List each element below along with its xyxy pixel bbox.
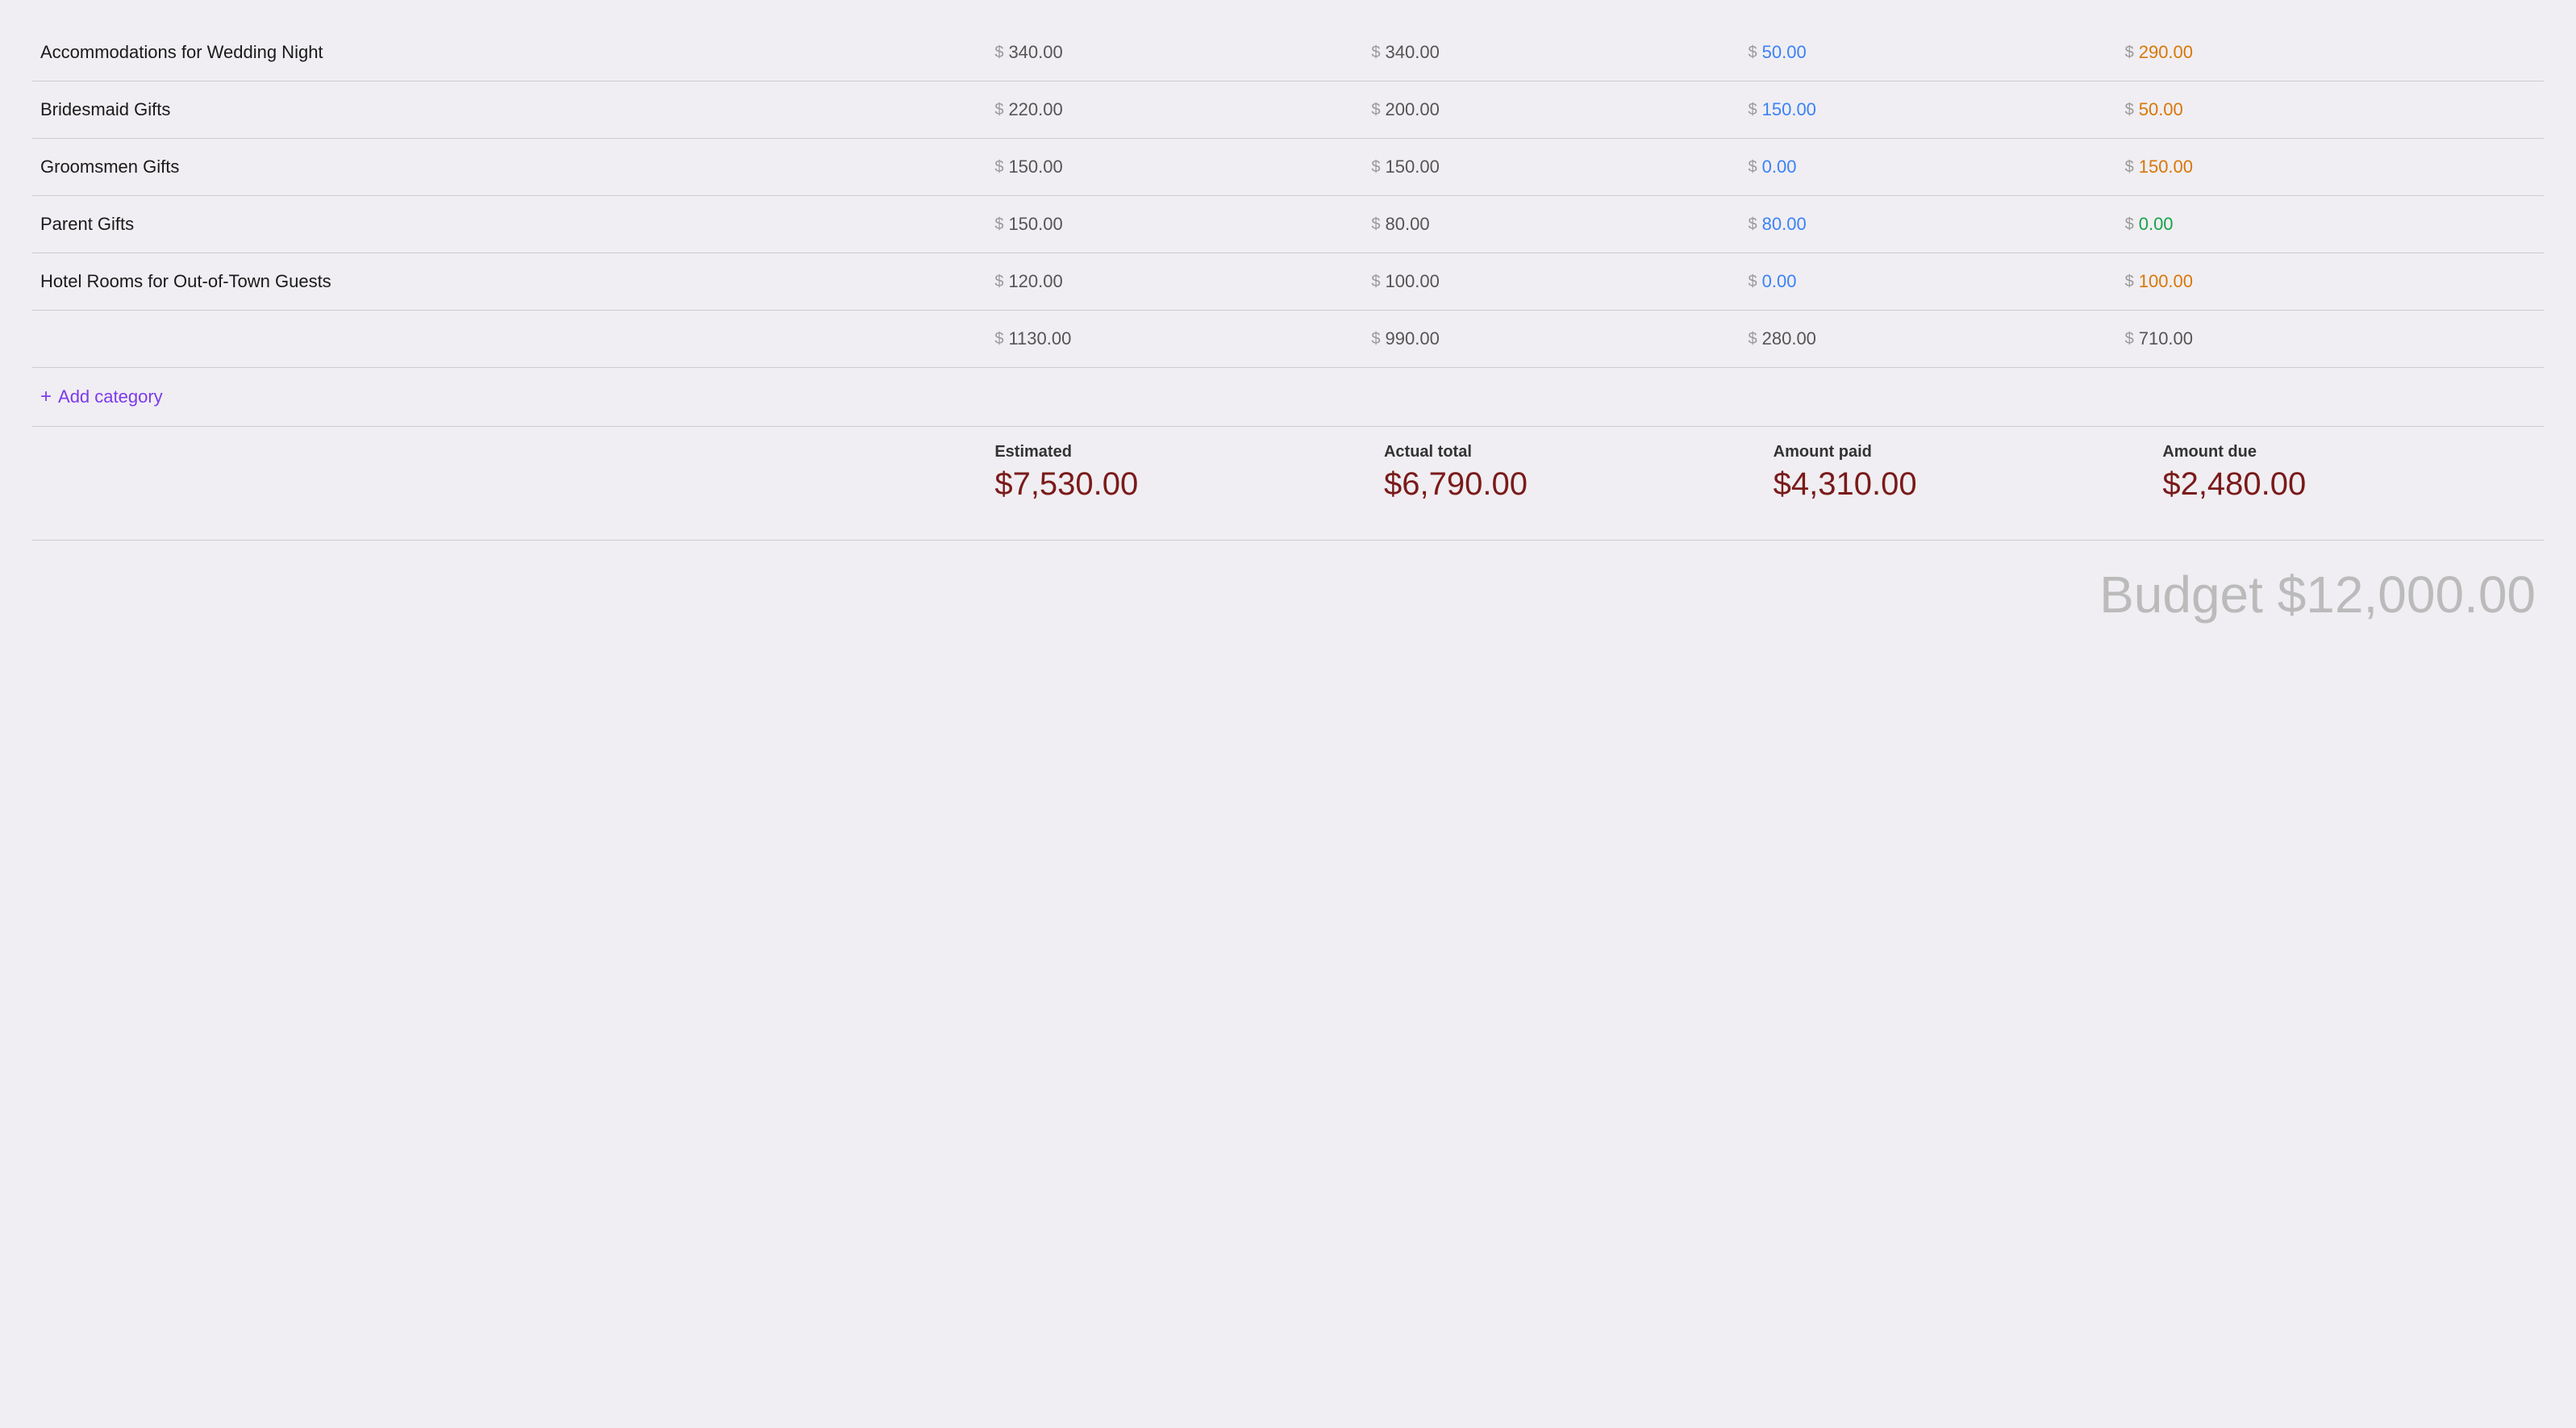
- dollar-sign-icon: $: [1749, 44, 1757, 62]
- row-name: Bridesmaid Gifts: [32, 81, 986, 139]
- row-actual: $ 150.00: [1363, 139, 1740, 196]
- summary-section: Estimated $7,530.00 Actual total $6,790.…: [32, 435, 2544, 516]
- paid-value: $4,310.00: [1774, 466, 2147, 503]
- actual-value: $6,790.00: [1384, 466, 1757, 503]
- row-actual: $ 340.00: [1363, 24, 1740, 81]
- dollar-sign-icon: $: [2125, 215, 2134, 234]
- due-value: $2,480.00: [2162, 466, 2536, 503]
- row-due: $ 290.00: [2117, 24, 2544, 81]
- total-paid: $ 280.00: [1740, 311, 2117, 368]
- summary-grid: Estimated $7,530.00 Actual total $6,790.…: [986, 435, 2544, 516]
- row-paid: $ 50.00: [1740, 24, 2117, 81]
- add-category-row: + Add category: [32, 368, 2544, 427]
- dollar-sign-icon: $: [994, 101, 1003, 119]
- row-name: Hotel Rooms for Out-of-Town Guests: [32, 253, 986, 311]
- dollar-sign-icon: $: [1749, 101, 1757, 119]
- table-row: Bridesmaid Gifts $ 220.00 $ 200.00 $ 150…: [32, 81, 2544, 139]
- dollar-sign-icon: $: [2125, 273, 2134, 291]
- row-name: Accommodations for Wedding Night: [32, 24, 986, 81]
- summary-estimated: Estimated $7,530.00: [986, 435, 1376, 516]
- row-actual: $ 200.00: [1363, 81, 1740, 139]
- row-actual: $ 100.00: [1363, 253, 1740, 311]
- budget-total: Budget $12,000.00: [2099, 566, 2536, 624]
- row-paid: $ 0.00: [1740, 139, 2117, 196]
- totals-row: $ 1130.00 $ 990.00 $ 280.00 $ 710.00: [32, 311, 2544, 368]
- summary-due: Amount due $2,480.00: [2154, 435, 2544, 516]
- row-due: $ 50.00: [2117, 81, 2544, 139]
- dollar-sign-icon: $: [1371, 158, 1380, 177]
- dollar-sign-icon: $: [1371, 273, 1380, 291]
- add-category-button[interactable]: + Add category: [40, 386, 163, 408]
- total-estimated: $ 1130.00: [986, 311, 1363, 368]
- row-estimated: $ 150.00: [986, 196, 1363, 253]
- row-estimated: $ 340.00: [986, 24, 1363, 81]
- dollar-sign-icon: $: [994, 215, 1003, 234]
- row-paid: $ 0.00: [1740, 253, 2117, 311]
- due-label: Amount due: [2162, 443, 2536, 461]
- row-due: $ 150.00: [2117, 139, 2544, 196]
- dollar-sign-icon: $: [994, 158, 1003, 177]
- plus-icon: +: [40, 386, 52, 408]
- table-row: Parent Gifts $ 150.00 $ 80.00 $ 80.00: [32, 196, 2544, 253]
- table-row: Groomsmen Gifts $ 150.00 $ 150.00 $ 0.00: [32, 139, 2544, 196]
- row-paid: $ 80.00: [1740, 196, 2117, 253]
- table-row: Hotel Rooms for Out-of-Town Guests $ 120…: [32, 253, 2544, 311]
- row-paid: $ 150.00: [1740, 81, 2117, 139]
- row-estimated: $ 220.00: [986, 81, 1363, 139]
- estimated-label: Estimated: [994, 443, 1368, 461]
- estimated-value: $7,530.00: [994, 466, 1368, 503]
- row-due: $ 0.00: [2117, 196, 2544, 253]
- row-name: Parent Gifts: [32, 196, 986, 253]
- actual-label: Actual total: [1384, 443, 1757, 461]
- budget-table: Accommodations for Wedding Night $ 340.0…: [32, 24, 2544, 427]
- budget-footer: Budget $12,000.00: [32, 540, 2544, 624]
- table-row: Accommodations for Wedding Night $ 340.0…: [32, 24, 2544, 81]
- dollar-sign-icon: $: [2125, 158, 2134, 177]
- summary-paid: Amount paid $4,310.00: [1765, 435, 2155, 516]
- total-actual: $ 990.00: [1363, 311, 1740, 368]
- dollar-sign-icon: $: [1749, 273, 1757, 291]
- row-actual: $ 80.00: [1363, 196, 1740, 253]
- total-due: $ 710.00: [2117, 311, 2544, 368]
- summary-actual: Actual total $6,790.00: [1376, 435, 1765, 516]
- dollar-sign-icon: $: [1371, 44, 1380, 62]
- paid-label: Amount paid: [1774, 443, 2147, 461]
- dollar-sign-icon: $: [1371, 101, 1380, 119]
- dollar-sign-icon: $: [994, 44, 1003, 62]
- row-estimated: $ 150.00: [986, 139, 1363, 196]
- add-category-label: Add category: [58, 386, 163, 407]
- dollar-sign-icon: $: [1371, 215, 1380, 234]
- row-name: Groomsmen Gifts: [32, 139, 986, 196]
- dollar-sign-icon: $: [1749, 215, 1757, 234]
- dollar-sign-icon: $: [994, 273, 1003, 291]
- row-due: $ 100.00: [2117, 253, 2544, 311]
- dollar-sign-icon: $: [1749, 158, 1757, 177]
- dollar-sign-icon: $: [2125, 44, 2134, 62]
- dollar-sign-icon: $: [2125, 101, 2134, 119]
- row-estimated: $ 120.00: [986, 253, 1363, 311]
